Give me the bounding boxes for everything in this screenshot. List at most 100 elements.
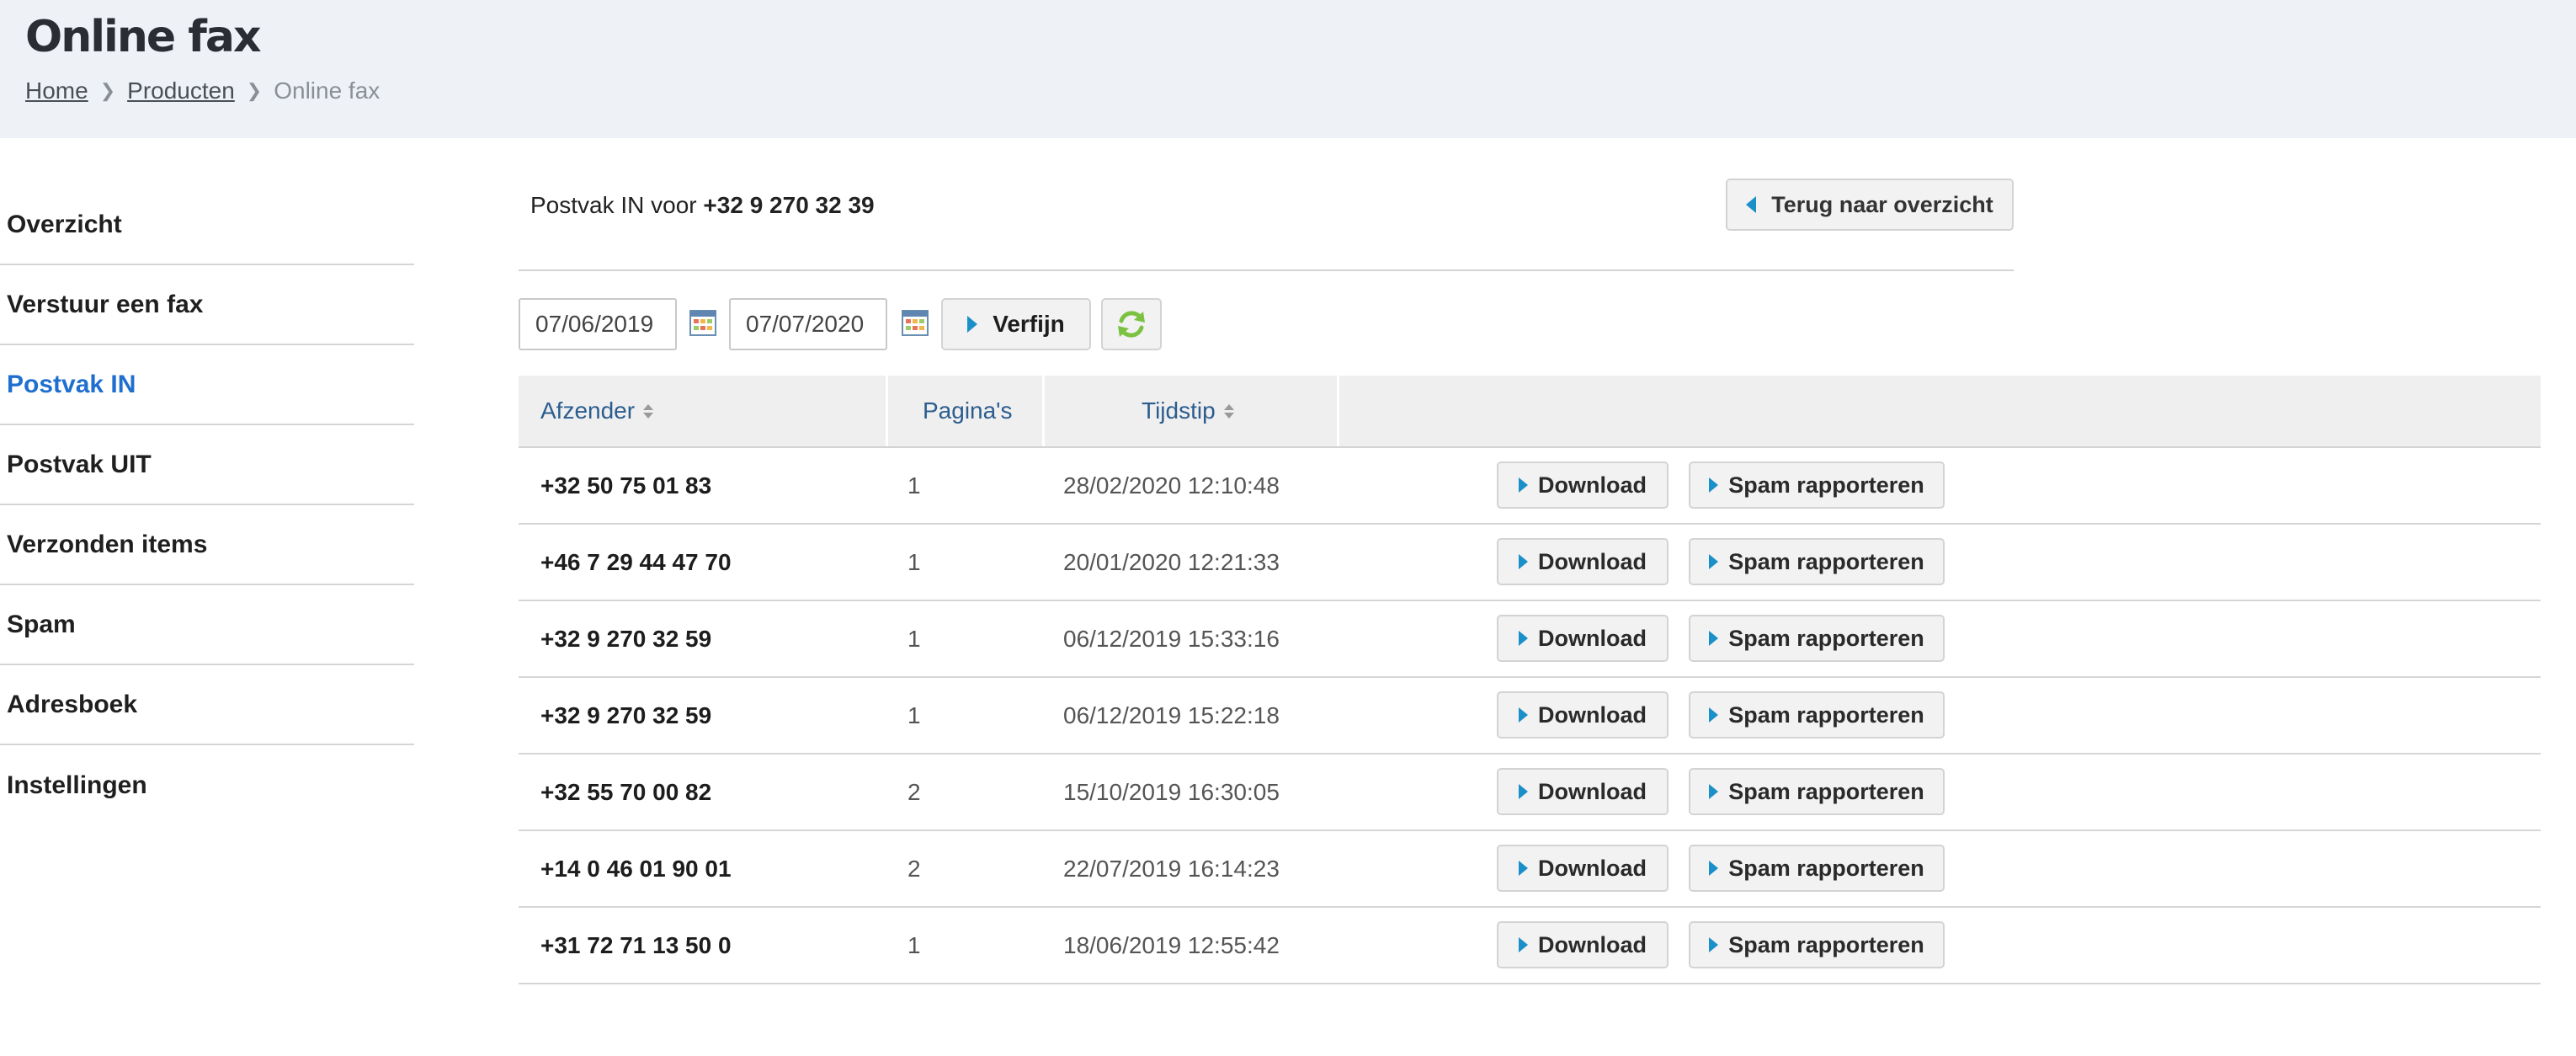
date-to-input[interactable] [729, 298, 887, 350]
sender-cell: +32 50 75 01 83 [540, 472, 712, 499]
time-cell: 28/02/2020 12:10:48 [1063, 472, 1280, 499]
play-arrow-icon [1709, 861, 1719, 876]
time-cell: 06/12/2019 15:33:16 [1063, 625, 1280, 652]
column-header-label: Tijdstip [1142, 397, 1216, 424]
table-row: +32 9 270 32 59 1 06/12/2019 15:22:18 Do… [519, 678, 2541, 755]
play-arrow-icon [1709, 554, 1719, 569]
time-cell: 15/10/2019 16:30:05 [1063, 778, 1280, 805]
calendar-icon[interactable] [689, 308, 717, 337]
column-header-sender[interactable]: Afzender [540, 376, 654, 446]
pages-cell: 1 [907, 472, 921, 499]
sidebar-item-instellingen[interactable]: Instellingen [0, 745, 414, 825]
play-arrow-icon [1519, 937, 1528, 952]
sidebar-item-verstuur-een-fax[interactable]: Verstuur een fax [0, 265, 414, 345]
pages-cell: 2 [907, 778, 921, 805]
report-spam-button[interactable]: Spam rapporteren [1689, 461, 1945, 509]
play-arrow-icon [1709, 631, 1719, 646]
pages-cell: 1 [907, 548, 921, 575]
breadcrumb-current: Online fax [274, 77, 381, 104]
sidebar-item-verzonden-items[interactable]: Verzonden items [0, 505, 414, 585]
time-cell: 22/07/2019 16:14:23 [1063, 855, 1280, 882]
download-button[interactable]: Download [1497, 691, 1669, 739]
breadcrumb: Home ❯ Producten ❯ Online fax [25, 77, 380, 104]
download-label: Download [1538, 931, 1647, 957]
sidebar-item-postvak-uit[interactable]: Postvak UIT [0, 425, 414, 505]
sender-cell: +32 9 270 32 59 [540, 701, 712, 728]
play-arrow-icon [1709, 784, 1719, 799]
download-button[interactable]: Download [1497, 615, 1669, 662]
refresh-button[interactable] [1101, 298, 1162, 350]
play-arrow-icon [1709, 937, 1719, 952]
back-to-overview-button[interactable]: Terug naar overzicht [1726, 179, 2014, 231]
download-label: Download [1538, 778, 1647, 804]
sender-cell: +32 55 70 00 82 [540, 778, 712, 805]
sidebar-item-spam[interactable]: Spam [0, 585, 414, 665]
report-spam-button[interactable]: Spam rapporteren [1689, 615, 1945, 662]
inbox-label: Postvak IN voor [530, 192, 697, 218]
download-label: Download [1538, 625, 1647, 651]
column-separator [1337, 376, 1339, 446]
download-button[interactable]: Download [1497, 538, 1669, 585]
calendar-icon[interactable] [901, 308, 929, 337]
table-row: +32 50 75 01 83 1 28/02/2020 12:10:48 Do… [519, 448, 2541, 525]
report-spam-button[interactable]: Spam rapporteren [1689, 691, 1945, 739]
back-button-label: Terug naar overzicht [1771, 191, 1993, 217]
play-arrow-icon [1519, 554, 1528, 569]
report-spam-label: Spam rapporteren [1728, 548, 1924, 574]
column-separator [886, 376, 888, 446]
column-header-label: Pagina's [923, 397, 1013, 424]
report-spam-label: Spam rapporteren [1728, 701, 1924, 728]
table-row: +32 55 70 00 82 2 15/10/2019 16:30:05 Do… [519, 755, 2541, 831]
time-cell: 18/06/2019 12:55:42 [1063, 931, 1280, 958]
report-spam-label: Spam rapporteren [1728, 472, 1924, 498]
sidebar-item-adresboek[interactable]: Adresboek [0, 665, 414, 745]
download-label: Download [1538, 855, 1647, 881]
report-spam-label: Spam rapporteren [1728, 855, 1924, 881]
sender-cell: +31 72 71 13 50 0 [540, 931, 732, 958]
download-button[interactable]: Download [1497, 461, 1669, 509]
download-button[interactable]: Download [1497, 921, 1669, 968]
play-arrow-icon [1519, 707, 1528, 723]
breadcrumb-separator-icon: ❯ [246, 80, 263, 101]
refine-button-label: Verfijn [993, 311, 1065, 337]
report-spam-label: Spam rapporteren [1728, 931, 1924, 957]
play-arrow-icon [1519, 477, 1528, 493]
download-button[interactable]: Download [1497, 845, 1669, 892]
play-arrow-icon [1519, 784, 1528, 799]
sender-cell: +46 7 29 44 47 70 [540, 548, 732, 575]
report-spam-button[interactable]: Spam rapporteren [1689, 845, 1945, 892]
download-label: Download [1538, 701, 1647, 728]
date-from-input[interactable] [519, 298, 677, 350]
page-title: Online fax [25, 12, 262, 62]
report-spam-label: Spam rapporteren [1728, 778, 1924, 804]
sidebar-item-overzicht[interactable]: Overzicht [0, 185, 414, 265]
sidebar-item-postvak-in[interactable]: Postvak IN [0, 345, 414, 425]
column-header-label: Afzender [540, 397, 636, 424]
play-arrow-icon [967, 316, 978, 333]
report-spam-button[interactable]: Spam rapporteren [1689, 768, 1945, 815]
download-label: Download [1538, 548, 1647, 574]
play-arrow-icon [1709, 707, 1719, 723]
breadcrumb-producten-link[interactable]: Producten [127, 77, 235, 104]
column-header-time[interactable]: Tijdstip [1142, 376, 1234, 446]
play-arrow-icon [1519, 861, 1528, 876]
pages-cell: 2 [907, 855, 921, 882]
sidebar-nav: Overzicht Verstuur een fax Postvak IN Po… [0, 185, 414, 825]
fax-inbox-table: Afzender Pagina's Tijdstip +32 50 75 01 … [519, 376, 2541, 984]
table-row: +31 72 71 13 50 0 1 18/06/2019 12:55:42 … [519, 908, 2541, 984]
table-header: Afzender Pagina's Tijdstip [519, 376, 2541, 448]
page-header: Online fax Home ❯ Producten ❯ Online fax [0, 0, 2576, 138]
time-cell: 20/01/2020 12:21:33 [1063, 548, 1280, 575]
report-spam-button[interactable]: Spam rapporteren [1689, 538, 1945, 585]
play-arrow-icon [1519, 631, 1528, 646]
sender-cell: +14 0 46 01 90 01 [540, 855, 732, 882]
sort-icon [1223, 403, 1234, 419]
time-cell: 06/12/2019 15:22:18 [1063, 701, 1280, 728]
column-separator [1042, 376, 1045, 446]
download-button[interactable]: Download [1497, 768, 1669, 815]
sender-cell: +32 9 270 32 59 [540, 625, 712, 652]
report-spam-button[interactable]: Spam rapporteren [1689, 921, 1945, 968]
table-row: +46 7 29 44 47 70 1 20/01/2020 12:21:33 … [519, 525, 2541, 601]
breadcrumb-home-link[interactable]: Home [25, 77, 88, 104]
refine-button[interactable]: Verfijn [941, 298, 1091, 350]
